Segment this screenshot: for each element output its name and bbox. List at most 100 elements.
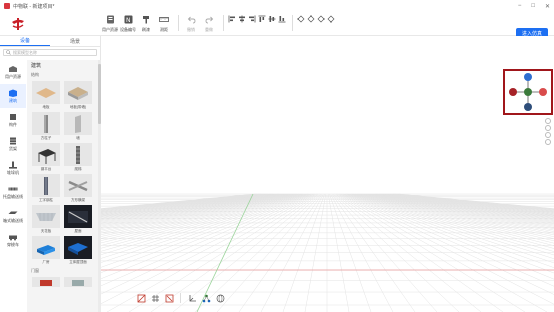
app-icon bbox=[4, 3, 10, 9]
shelf-icon bbox=[8, 137, 18, 145]
svg-text:N: N bbox=[126, 17, 131, 24]
model-label: 屋面 bbox=[74, 229, 82, 233]
align-center-h-icon[interactable] bbox=[238, 15, 246, 23]
category-box-conveyor[interactable]: 箱式输送线 bbox=[0, 204, 26, 228]
ground-grid bbox=[101, 193, 554, 312]
model-label: 方柱子 bbox=[40, 136, 52, 140]
model-item-square-column[interactable]: 方柱子 bbox=[32, 112, 60, 141]
globe-icon[interactable] bbox=[215, 293, 225, 303]
zoom-out-control[interactable] bbox=[545, 125, 551, 131]
model-item-steel-platform[interactable]: 钢平台 bbox=[32, 143, 60, 172]
compass-left-node bbox=[509, 88, 517, 96]
category-label: 构件 bbox=[9, 121, 17, 127]
shuttle-icon bbox=[8, 233, 18, 241]
model-item-square-beam[interactable]: 方形横梁 bbox=[64, 174, 92, 203]
model-item-wall[interactable]: 墙 bbox=[64, 112, 92, 141]
window-title: 中物联 - 新建项目* bbox=[13, 3, 55, 10]
box-conveyor-icon bbox=[8, 209, 18, 217]
model-label: 天花板 bbox=[40, 229, 52, 233]
app-window: 中物联 - 新建项目* − □ ✕ 用户资源 N 设备编号 刷漆 测距 撤销 重… bbox=[0, 0, 554, 312]
model-item-floor[interactable]: 地板 bbox=[32, 81, 60, 110]
model-thumbnail bbox=[64, 236, 92, 259]
model-item-window[interactable] bbox=[64, 277, 92, 287]
align-right-icon[interactable] bbox=[248, 15, 256, 23]
view-compass[interactable] bbox=[503, 69, 553, 115]
category-component[interactable]: 构件 bbox=[0, 108, 26, 132]
undo-button[interactable]: 撤销 bbox=[183, 15, 199, 33]
align-left-icon[interactable] bbox=[228, 15, 236, 23]
distribute-right-icon[interactable] bbox=[317, 15, 325, 23]
category-label: 堆垛机 bbox=[7, 169, 19, 175]
paint-button[interactable]: 刷漆 bbox=[138, 15, 154, 33]
model-thumbnail bbox=[32, 81, 60, 104]
library-section-structure: 结构 bbox=[31, 72, 39, 77]
tab-devices[interactable]: 设备 bbox=[0, 36, 50, 46]
model-item-ceiling[interactable]: 天花板 bbox=[32, 205, 60, 234]
title-bar: 中物联 - 新建项目* − □ ✕ bbox=[0, 0, 554, 12]
redo-label: 重做 bbox=[205, 26, 213, 32]
model-item-floor-with-wall[interactable]: 地板(带墙) bbox=[64, 81, 92, 110]
user-resource-button[interactable]: 用户资源 bbox=[102, 15, 118, 33]
align-middle-icon[interactable] bbox=[268, 15, 276, 23]
distribute-left-icon[interactable] bbox=[297, 15, 305, 23]
minimize-icon[interactable]: − bbox=[518, 3, 522, 10]
user-resource-icon bbox=[105, 15, 115, 25]
model-thumbnail bbox=[32, 205, 60, 228]
search-icon bbox=[6, 50, 11, 55]
distribute-down-icon[interactable] bbox=[327, 15, 335, 23]
fit-view-control[interactable] bbox=[545, 139, 551, 145]
category-stacker[interactable]: 堆垛机 bbox=[0, 156, 26, 180]
library-title: 建筑 bbox=[31, 63, 42, 69]
category-user-resource[interactable]: 用户资源 bbox=[0, 60, 26, 84]
model-thumbnail bbox=[64, 81, 92, 104]
axis-icon[interactable] bbox=[187, 293, 197, 303]
model-item-i-beam-column[interactable]: 工字钢柱 bbox=[32, 174, 60, 203]
category-shelf[interactable]: 货架 bbox=[0, 132, 26, 156]
3d-viewport[interactable] bbox=[101, 36, 554, 312]
compass-bottom-node bbox=[524, 103, 532, 111]
main-toolbar: 用户资源 N 设备编号 刷漆 测距 撤销 重做 进入仿真 bbox=[0, 12, 554, 39]
category-pallet-conveyor[interactable]: 托盘输送线 bbox=[0, 180, 26, 204]
model-label: 厂房 bbox=[42, 260, 50, 264]
hide-grid-icon[interactable] bbox=[136, 293, 146, 303]
reset-view-control[interactable] bbox=[545, 132, 551, 138]
redo-button[interactable]: 重做 bbox=[201, 15, 217, 33]
search-input[interactable] bbox=[13, 50, 93, 55]
category-label: 用户资源 bbox=[5, 73, 21, 79]
model-thumbnail bbox=[64, 205, 92, 228]
category-label: 货架 bbox=[9, 145, 17, 151]
model-thumbnail bbox=[64, 143, 92, 166]
distribute-up-icon[interactable] bbox=[307, 14, 315, 23]
model-thumbnail bbox=[32, 277, 60, 287]
model-item-door[interactable] bbox=[32, 277, 60, 287]
hide-model-icon[interactable] bbox=[164, 293, 174, 303]
toolbar-divider bbox=[178, 14, 179, 31]
toolbar-tools: 用户资源 N 设备编号 刷漆 测距 撤销 重做 bbox=[102, 14, 337, 33]
undo-icon bbox=[186, 15, 196, 25]
maximize-icon[interactable]: □ bbox=[531, 3, 535, 10]
model-item-3d-roof-surface[interactable]: 立体屋顶面 bbox=[64, 236, 92, 265]
model-item-factory[interactable]: 厂房 bbox=[32, 236, 60, 265]
grid-icon[interactable] bbox=[150, 293, 160, 303]
category-label: 建筑 bbox=[9, 97, 17, 103]
logo-icon bbox=[12, 17, 24, 30]
align-bottom-icon[interactable] bbox=[278, 15, 286, 23]
model-thumbnail bbox=[32, 112, 60, 135]
category-label: 穿梭车 bbox=[7, 241, 19, 247]
model-label: 墙 bbox=[76, 136, 80, 140]
network-icon[interactable] bbox=[201, 293, 211, 303]
device-number-button[interactable]: N 设备编号 bbox=[120, 15, 136, 33]
tab-scene[interactable]: 场景 bbox=[50, 36, 100, 46]
measure-button[interactable]: 测距 bbox=[156, 15, 172, 33]
model-item-roof[interactable]: 屋面 bbox=[64, 205, 92, 234]
category-building[interactable]: 建筑 bbox=[0, 84, 26, 108]
close-icon[interactable]: ✕ bbox=[545, 3, 550, 10]
model-label: 地板(带墙) bbox=[69, 105, 87, 109]
model-item-ladder[interactable]: 爬梯 bbox=[64, 143, 92, 172]
align-top-icon[interactable] bbox=[258, 15, 266, 23]
zoom-in-control[interactable] bbox=[545, 118, 551, 124]
undo-label: 撤销 bbox=[187, 26, 195, 32]
category-label: 托盘输送线 bbox=[3, 193, 23, 199]
model-thumbnail bbox=[64, 174, 92, 197]
category-shuttle[interactable]: 穿梭车 bbox=[0, 228, 26, 252]
